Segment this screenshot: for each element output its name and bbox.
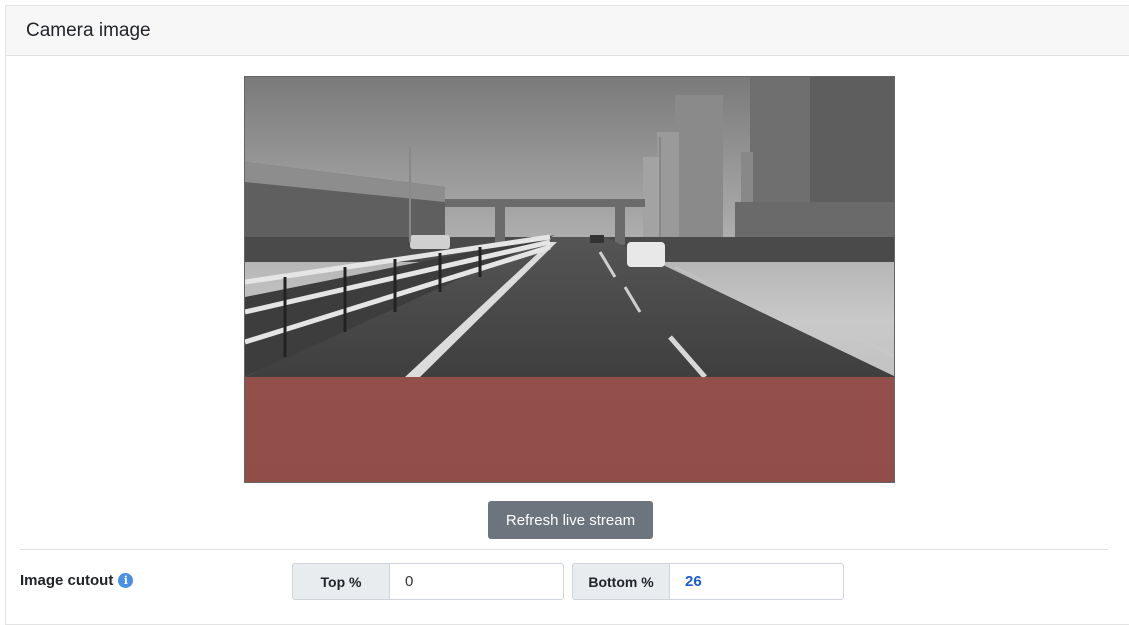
image-cutout-label: Image cutout	[20, 572, 114, 589]
image-cutout-label-row: Image cutout i	[20, 572, 134, 589]
refresh-live-stream-button[interactable]: Refresh live stream	[488, 501, 653, 539]
camera-image-panel: Camera image Refresh live stream	[5, 5, 1129, 625]
top-percent-label: Top %	[292, 563, 389, 600]
top-cutout-group: Top % 0	[292, 563, 564, 600]
info-icon[interactable]: i	[118, 573, 134, 588]
top-percent-input[interactable]: 0	[389, 563, 564, 600]
section-divider	[20, 549, 1108, 550]
camera-live-image	[244, 76, 895, 483]
bottom-cutout-overlay	[245, 376, 894, 482]
bottom-percent-input[interactable]: 26	[669, 563, 844, 600]
bottom-percent-label: Bottom %	[572, 563, 669, 600]
panel-title: Camera image	[6, 6, 1129, 56]
bottom-cutout-group: Bottom % 26	[572, 563, 844, 600]
